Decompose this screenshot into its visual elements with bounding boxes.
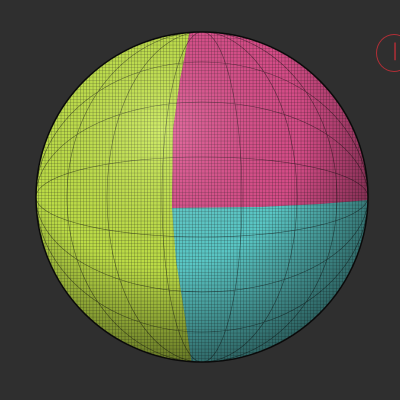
sphere-polygroups	[36, 32, 368, 362]
sphere-mesh[interactable]	[0, 0, 400, 400]
viewport-canvas[interactable]: |	[0, 0, 400, 400]
gizmo-glyph: |	[392, 40, 399, 61]
sphere-shading	[36, 32, 368, 362]
